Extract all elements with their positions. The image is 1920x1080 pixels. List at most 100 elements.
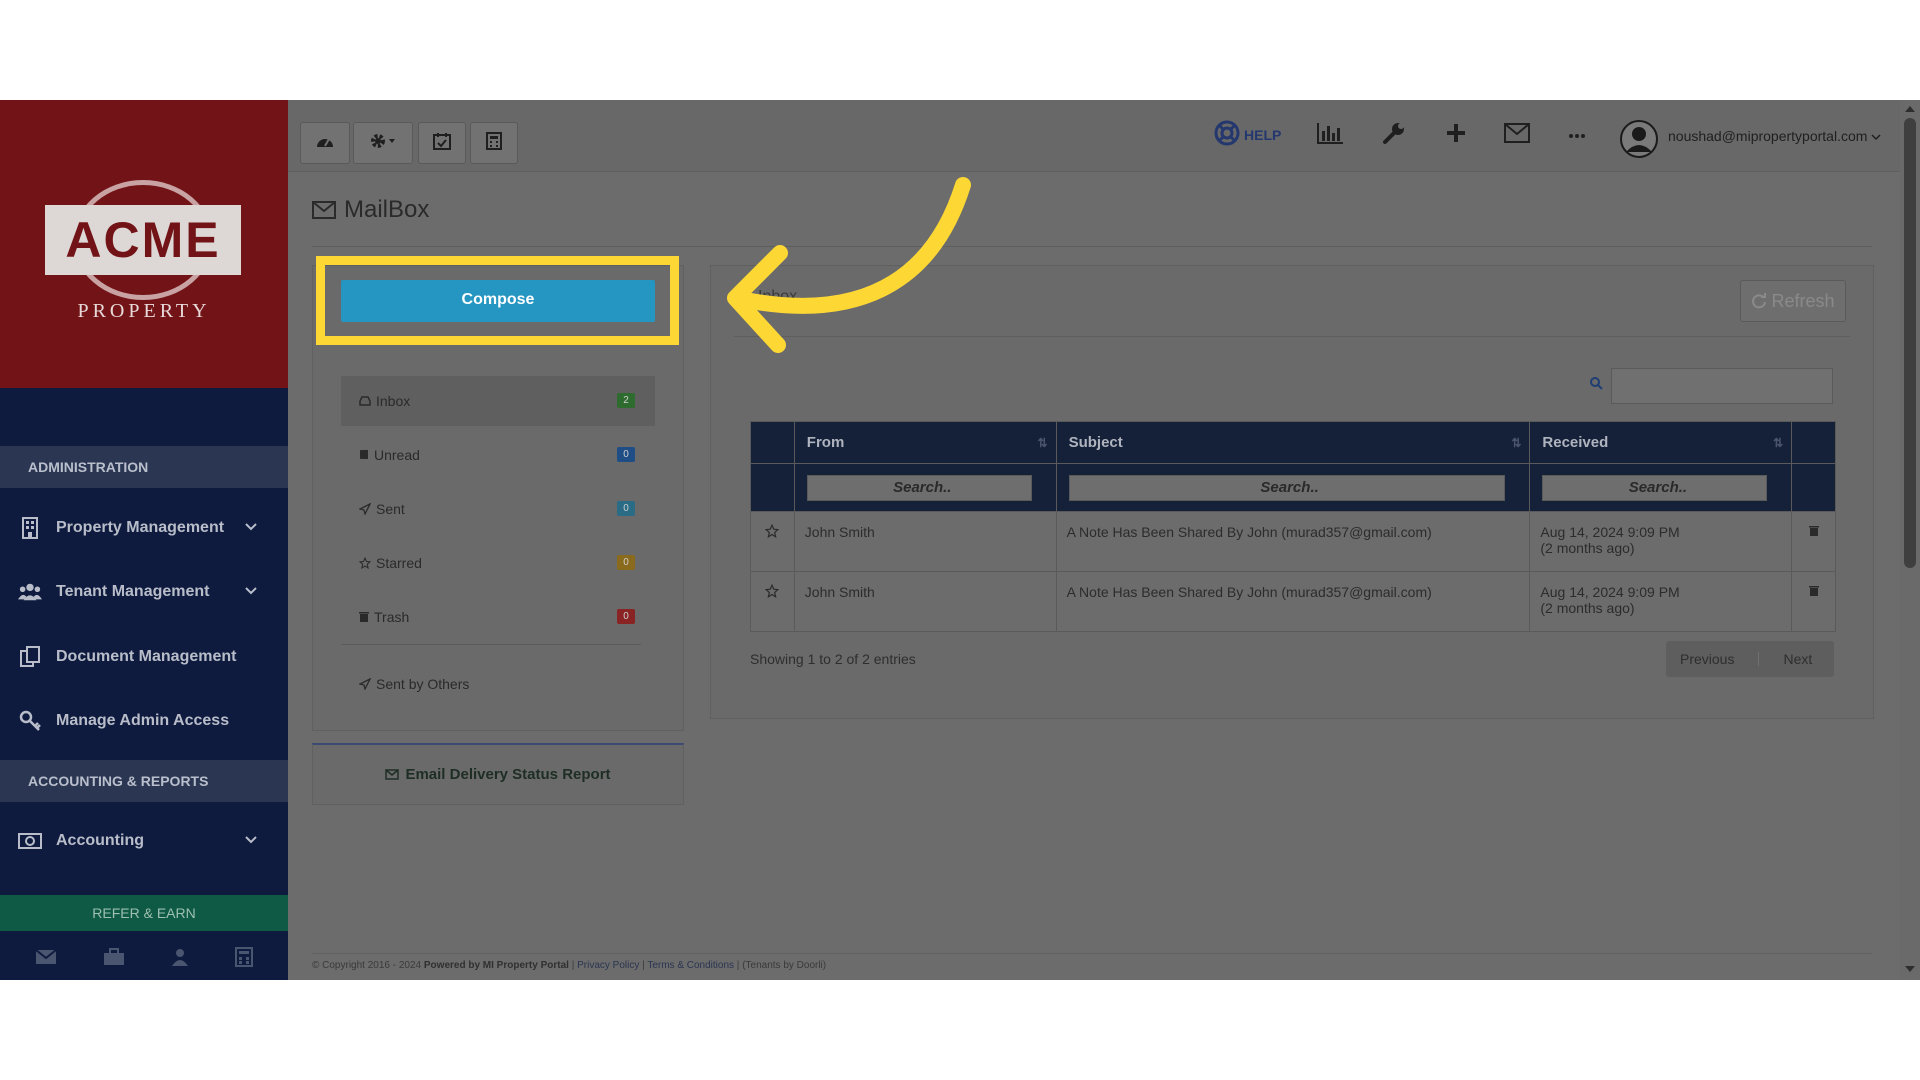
scrollbar[interactable] — [1900, 100, 1920, 980]
sidebar-item-label: Property Management — [56, 519, 225, 536]
column-header-label: Received — [1542, 434, 1609, 451]
sidebar-bottom-toolbar — [0, 938, 288, 980]
star-cell[interactable] — [750, 511, 795, 572]
column-header-label: From — [806, 434, 845, 451]
table-row[interactable]: John Smith A Note Has Been Shared By Joh… — [750, 571, 1836, 632]
logo-area[interactable]: ACME PROPERTY — [0, 100, 288, 388]
help-label: HELP — [1244, 127, 1282, 143]
terms-link[interactable]: Terms & Conditions — [647, 960, 734, 971]
scroll-thumb[interactable] — [1904, 118, 1916, 568]
subject-search-input[interactable]: Search.. — [1068, 474, 1505, 501]
powered-by-link[interactable]: Powered by MI Property Portal — [424, 960, 569, 971]
dashboard-button[interactable] — [300, 122, 350, 164]
trash-icon[interactable] — [1808, 584, 1819, 600]
logo-subtitle: PROPERTY — [77, 300, 211, 322]
key-icon — [18, 709, 42, 733]
folder-label: Sent — [376, 501, 405, 517]
sort-icon: ⇅ — [1773, 436, 1784, 450]
calculator-button[interactable] — [470, 122, 518, 164]
footer: © Copyright 2016 - 2024 Powered by MI Pr… — [312, 960, 827, 971]
sidebar-item-accounting[interactable]: Accounting — [0, 816, 288, 866]
sidebar-item-document-management[interactable]: Document Management — [0, 632, 288, 682]
chevron-down-icon — [244, 832, 258, 850]
table-row[interactable]: John Smith A Note Has Been Shared By Joh… — [750, 511, 1836, 572]
sidebar-item-label: Document Management — [56, 648, 237, 665]
briefcase-icon[interactable] — [103, 947, 125, 971]
page-title-text: MailBox — [344, 196, 430, 223]
column-header-received[interactable]: Received ⇅ — [1529, 421, 1793, 464]
delivery-report-label: Email Delivery Status Report — [405, 766, 611, 783]
settings-dropdown-button[interactable] — [353, 122, 413, 164]
scroll-down-arrow[interactable] — [1905, 966, 1915, 972]
messages-button[interactable] — [1504, 120, 1530, 150]
folder-unread[interactable]: Unread 0 — [341, 430, 655, 480]
column-header-from[interactable]: From ⇅ — [793, 421, 1057, 464]
star-icon[interactable] — [765, 523, 780, 541]
trash-icon[interactable] — [1808, 524, 1819, 540]
help-button[interactable]: HELP — [1214, 120, 1281, 150]
add-button[interactable] — [1445, 120, 1467, 150]
sidebar-item-tenant-management[interactable]: Tenant Management — [0, 567, 288, 617]
page-title: MailBox — [312, 196, 429, 224]
received-search-input[interactable]: Search.. — [1542, 474, 1768, 501]
divider — [1758, 652, 1760, 666]
divider — [312, 953, 1872, 954]
more-icon — [1568, 126, 1586, 144]
subject-cell[interactable]: A Note Has Been Shared By John (murad357… — [1055, 511, 1531, 572]
sidebar-item-manage-admin-access[interactable]: Manage Admin Access — [0, 696, 288, 746]
reports-button[interactable] — [1316, 120, 1344, 150]
received-date: Aug 14, 2024 9:09 PM — [1540, 584, 1680, 600]
top-bar: HELP noushad@mipropertyportal.com — [288, 100, 1900, 172]
user-icon[interactable] — [171, 948, 189, 971]
sidebar-item-property-management[interactable]: Property Management — [0, 503, 288, 553]
help-icon — [1214, 120, 1240, 151]
user-menu[interactable]: noushad@mipropertyportal.com — [1668, 128, 1881, 144]
scroll-up-arrow[interactable] — [1905, 106, 1915, 112]
sidebar: ACME PROPERTY ADMINISTRATION Property Ma… — [0, 100, 288, 980]
calculator-icon[interactable] — [235, 946, 253, 972]
tools-button[interactable] — [1382, 120, 1406, 150]
folder-trash[interactable]: Trash 0 — [341, 592, 655, 642]
filter-cell: Search.. — [1529, 463, 1793, 512]
folder-sent[interactable]: Sent 0 — [341, 484, 655, 534]
wrench-icon — [1382, 121, 1406, 150]
calculator-icon — [486, 131, 502, 155]
app-frame: ACME PROPERTY ADMINISTRATION Property Ma… — [0, 100, 1920, 980]
from-cell: John Smith — [793, 511, 1057, 572]
sort-icon: ⇅ — [1037, 436, 1048, 450]
calendar-button[interactable] — [418, 122, 466, 164]
privacy-policy-link[interactable]: Privacy Policy — [577, 960, 639, 971]
documents-icon — [18, 645, 42, 669]
folder-sent-by-others[interactable]: Sent by Others — [341, 659, 655, 709]
paper-plane-icon — [359, 503, 371, 515]
delete-cell[interactable] — [1791, 571, 1836, 632]
search-input[interactable] — [1611, 368, 1833, 404]
from-search-input[interactable]: Search.. — [806, 474, 1032, 501]
folder-starred[interactable]: Starred 0 — [341, 538, 655, 588]
folder-label: Starred — [376, 555, 422, 571]
count-badge: 0 — [617, 555, 635, 570]
more-button[interactable] — [1568, 120, 1586, 150]
star-icon[interactable] — [765, 583, 780, 601]
received-ago: (2 months ago) — [1540, 540, 1635, 556]
star-cell[interactable] — [750, 571, 795, 632]
divider — [312, 246, 1872, 247]
mail-table: From ⇅ Subject ⇅ Received ⇅ Search.. Search… — [750, 421, 1836, 632]
previous-button[interactable]: Previous — [1680, 651, 1734, 667]
column-header-subject[interactable]: Subject ⇅ — [1055, 421, 1531, 464]
folder-inbox[interactable]: Inbox 2 — [341, 376, 655, 426]
filter-cell: Search.. — [793, 463, 1057, 512]
refer-and-earn-button[interactable]: REFER & EARN — [0, 895, 288, 931]
envelope-icon[interactable] — [35, 948, 57, 970]
plus-icon — [1445, 122, 1467, 149]
delete-cell[interactable] — [1791, 511, 1836, 572]
inbox-header: Inbox — [758, 288, 798, 305]
refresh-button[interactable]: Refresh — [1740, 280, 1846, 322]
copyright-text: © Copyright 2016 - 2024 — [312, 960, 422, 971]
count-badge: 2 — [617, 393, 635, 408]
subject-cell[interactable]: A Note Has Been Shared By John (murad357… — [1055, 571, 1531, 632]
email-delivery-status-report-link[interactable]: Email Delivery Status Report — [312, 743, 684, 805]
next-button[interactable]: Next — [1783, 651, 1812, 667]
avatar[interactable] — [1620, 120, 1658, 158]
star-icon — [359, 557, 371, 569]
